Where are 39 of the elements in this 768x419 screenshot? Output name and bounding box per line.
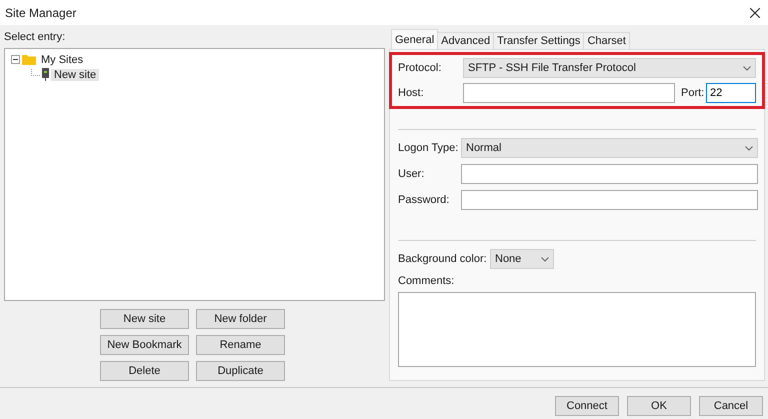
select-entry-label: Select entry: — [4, 31, 66, 43]
tree-action-button[interactable]: New folder — [196, 309, 285, 329]
server-icon — [42, 68, 49, 81]
background-color-dropdown[interactable]: None — [490, 249, 554, 269]
close-icon[interactable] — [750, 8, 760, 18]
tab[interactable]: Charset — [583, 32, 630, 49]
tree-action-button[interactable]: Duplicate — [196, 361, 285, 381]
tree-item[interactable]: My Sites — [38, 54, 86, 66]
user-field[interactable] — [461, 164, 758, 184]
tab[interactable]: General — [391, 29, 438, 49]
password-field[interactable] — [461, 190, 758, 210]
port-field[interactable]: 22 — [706, 83, 756, 103]
window-title: Site Manager — [5, 6, 76, 20]
folder-icon — [22, 54, 36, 65]
comments-field[interactable] — [398, 292, 756, 367]
tree-action-button[interactable]: Rename — [196, 335, 285, 355]
tree-action-button[interactable]: Delete — [100, 361, 189, 381]
collapse-icon[interactable] — [11, 55, 20, 64]
tree-action-button[interactable]: New site — [100, 309, 189, 329]
field-label: Protocol: — [398, 62, 442, 74]
tree-item[interactable]: New site — [51, 68, 100, 80]
tab[interactable]: Transfer Settings — [493, 32, 584, 49]
field-label: User: — [398, 168, 426, 180]
dropdown-caret-icon — [541, 256, 549, 262]
field-label: Background color: — [398, 253, 488, 265]
host-field[interactable] — [463, 83, 675, 103]
field-label: Port: — [681, 87, 706, 99]
dropdown-caret-icon — [743, 66, 751, 70]
dialog-button[interactable]: OK — [627, 396, 691, 416]
dialog-button[interactable]: Cancel — [699, 396, 763, 416]
tree-action-button[interactable]: New Bookmark — [100, 335, 189, 355]
field-label: Host: — [398, 87, 425, 99]
dropdown-caret-icon — [745, 146, 753, 150]
field-label: Logon Type: — [398, 142, 460, 154]
field-label: Comments: — [398, 275, 456, 287]
field-label: Password: — [398, 194, 450, 206]
logon-type-dropdown[interactable]: Normal — [461, 138, 758, 158]
protocol-dropdown[interactable]: SFTP - SSH File Transfer Protocol — [463, 58, 756, 78]
dialog-button[interactable]: Connect — [555, 396, 619, 416]
